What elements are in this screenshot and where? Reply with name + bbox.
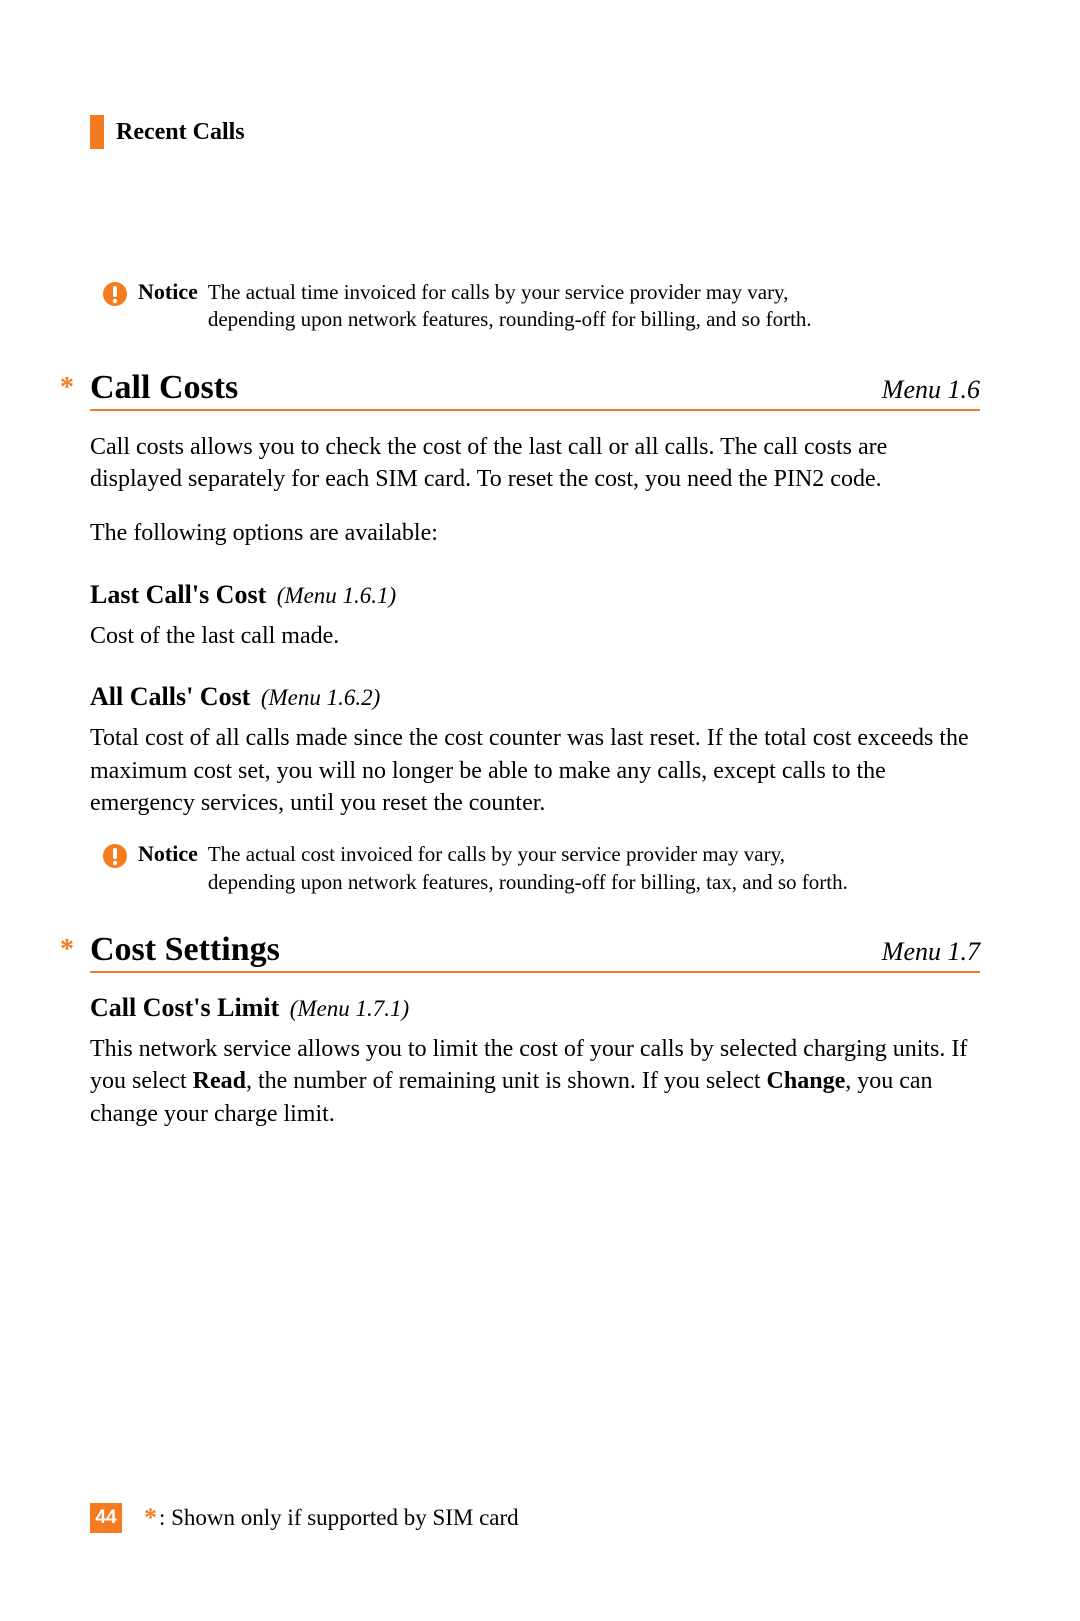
section-heading: Call Costs Menu 1.6: [90, 369, 980, 411]
section-title: Cost Settings: [90, 931, 280, 969]
section-menu-ref: Menu 1.7: [882, 937, 980, 967]
subheading-menu-ref: (Menu 1.6.1): [277, 583, 396, 608]
section-cost-settings: * Cost Settings Menu 1.7 Call Cost's Lim…: [90, 931, 980, 1130]
subheading-title: All Calls' Cost: [90, 682, 250, 711]
notice-text: The actual cost invoiced for calls by yo…: [208, 841, 848, 896]
notice-text: The actual time invoiced for calls by yo…: [208, 279, 848, 334]
section-call-costs: * Call Costs Menu 1.6 Call costs allows …: [90, 369, 980, 896]
bold-text: Read: [193, 1068, 246, 1094]
bold-text: Change: [767, 1068, 846, 1094]
asterisk-icon: *: [60, 372, 74, 404]
page-number: 44: [90, 1503, 122, 1533]
page-footer: 44 * : Shown only if supported by SIM ca…: [90, 1503, 519, 1533]
notice-block: Notice The actual time invoiced for call…: [102, 279, 980, 334]
body-paragraph: This network service allows you to limit…: [90, 1033, 980, 1130]
body-paragraph: The following options are available:: [90, 517, 980, 549]
footnote-text: : Shown only if supported by SIM card: [159, 1505, 519, 1531]
subheading: Last Call's Cost (Menu 1.6.1): [90, 580, 980, 610]
subheading-title: Call Cost's Limit: [90, 993, 279, 1022]
text-run: , the number of remaining unit is shown.…: [246, 1068, 767, 1094]
subheading-title: Last Call's Cost: [90, 580, 266, 609]
body-paragraph: Cost of the last call made.: [90, 620, 980, 652]
footnote-asterisk-icon: *: [144, 1503, 157, 1533]
section-title: Call Costs: [90, 369, 238, 407]
body-paragraph: Total cost of all calls made since the c…: [90, 722, 980, 819]
body-paragraph: Call costs allows you to check the cost …: [90, 431, 980, 496]
notice-label: Notice: [138, 279, 198, 305]
header-title: Recent Calls: [116, 119, 245, 146]
warning-icon: [102, 281, 128, 307]
subheading: All Calls' Cost (Menu 1.6.2): [90, 682, 980, 712]
subheading: Call Cost's Limit (Menu 1.7.1): [90, 993, 980, 1023]
asterisk-icon: *: [60, 934, 74, 966]
subheading-menu-ref: (Menu 1.7.1): [290, 996, 409, 1021]
subheading-menu-ref: (Menu 1.6.2): [261, 685, 380, 710]
header-accent-bar: [90, 115, 104, 149]
notice-block: Notice The actual cost invoiced for call…: [102, 841, 980, 896]
section-heading: Cost Settings Menu 1.7: [90, 931, 980, 973]
section-menu-ref: Menu 1.6: [882, 375, 980, 405]
page-header: Recent Calls: [90, 115, 980, 149]
warning-icon: [102, 843, 128, 869]
notice-label: Notice: [138, 841, 198, 867]
page: Recent Calls Notice The actual time invo…: [0, 0, 1080, 1621]
